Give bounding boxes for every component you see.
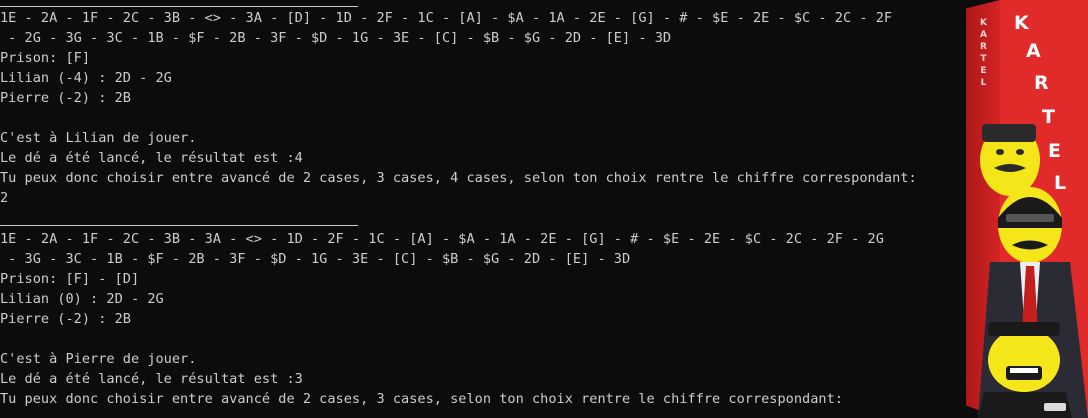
player-line: Lilian (-4) : 2D - 2G <box>0 70 172 86</box>
board-line: 1E - 2A - 1F - 2C - 3B - <> - 3A - [D] -… <box>0 10 893 26</box>
figure-eye <box>996 149 1004 155</box>
terminal-output[interactable]: 1E - 2A - 1F - 2C - 3B - <> - 3A - [D] -… <box>0 0 1088 418</box>
turn-line: C'est à Pierre de jouer. <box>0 351 197 367</box>
board-line: - 3G - 3C - 1B - $F - 2B - 3F - $D - 1G … <box>0 251 631 267</box>
separator-line <box>0 6 358 7</box>
prison-line: Prison: [F] <box>0 50 91 66</box>
figure-hat <box>988 322 1060 336</box>
figure-cap <box>982 124 1036 142</box>
mobster-figures <box>978 124 1088 418</box>
player-line: Lilian (0) : 2D - 2G <box>0 291 164 307</box>
board-line: 1E - 2A - 1F - 2C - 3B - 3A - <> - 1D - … <box>0 231 884 247</box>
figure-visor <box>1006 214 1054 222</box>
player-line: Pierre (-2) : 2B <box>0 311 131 327</box>
figure-head <box>988 328 1060 392</box>
dice-result-line: Le dé a été lancé, le résultat est :3 <box>0 371 303 387</box>
user-input-line: 2 <box>0 190 9 206</box>
prison-line: Prison: [F] - [D] <box>0 271 140 287</box>
publisher-badge <box>1044 403 1066 411</box>
figure-teeth <box>1010 368 1038 373</box>
separator-line <box>0 225 358 226</box>
choice-prompt-line: Tu peux donc choisir entre avancé de 2 c… <box>0 391 843 407</box>
board-line: - 2G - 3G - 3C - 1B - $F - 2B - 3F - $D … <box>0 30 672 46</box>
dice-result-line: Le dé a été lancé, le résultat est :4 <box>0 150 303 166</box>
turn-line: C'est à Lilian de jouer. <box>0 130 197 146</box>
figure-eye <box>1016 149 1024 155</box>
player-line: Pierre (-2) : 2B <box>0 90 131 106</box>
game-box-image: KARTEL KARTEL <box>950 0 1088 418</box>
choice-prompt-line: Tu peux donc choisir entre avancé de 2 c… <box>0 170 917 186</box>
